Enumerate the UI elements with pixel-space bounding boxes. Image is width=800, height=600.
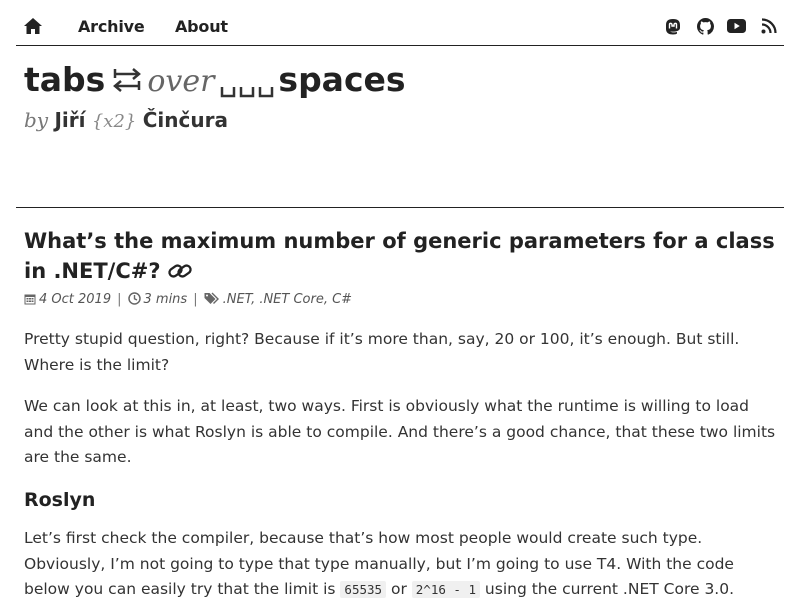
clock-icon	[127, 292, 141, 305]
tab-arrows-icon	[113, 67, 142, 97]
inline-code-65535: 65535	[340, 581, 387, 598]
youtube-icon[interactable]	[727, 18, 746, 36]
link-icon[interactable]	[167, 260, 193, 290]
tags-icon	[204, 292, 219, 304]
site-title[interactable]: tabs over spaces	[24, 60, 406, 104]
byline-last-name: Činčura	[142, 108, 228, 132]
calendar-icon	[24, 294, 36, 305]
nav-archive-link[interactable]: Archive	[78, 17, 145, 36]
site-title-over: over	[147, 64, 215, 99]
top-nav: Archive About	[16, 8, 784, 46]
paragraph-1: Pretty stupid question, right? Because i…	[24, 330, 740, 374]
paragraph-3-text-b: using the current .NET Core 3.0.	[480, 580, 735, 598]
post-title: What’s the maximum number of generic par…	[24, 226, 776, 290]
meta-separator: |	[193, 292, 198, 307]
paragraph-2: We can look at this in, at least, two wa…	[24, 397, 776, 466]
post-meta: 4 Oct 2019 | 3 mins | .NET, .NET Core, C#	[24, 292, 352, 307]
paragraph-3: Let’s first check the compiler, because …	[24, 526, 776, 600]
site-title-spaces: spaces	[278, 60, 406, 99]
post-date: 4 Oct 2019	[39, 292, 112, 307]
space-marks-icon	[220, 83, 274, 103]
site-title-tabs: tabs	[24, 60, 106, 99]
byline-by: by	[24, 108, 49, 132]
paragraph-3-or: or	[386, 580, 412, 598]
post-title-text: What’s the maximum number of generic par…	[24, 229, 775, 283]
home-icon[interactable]	[23, 17, 43, 37]
byline-first-name: Jiří	[54, 108, 86, 132]
site-byline: by Jiří {x2} Činčura	[24, 108, 228, 132]
nav-about-link[interactable]: About	[175, 17, 228, 36]
meta-separator: |	[117, 292, 122, 307]
rss-icon[interactable]	[761, 18, 777, 36]
github-icon[interactable]	[697, 18, 714, 36]
inline-code-power: 2^16 - 1	[411, 581, 480, 598]
header-divider	[16, 207, 784, 208]
post-tags[interactable]: .NET, .NET Core, C#	[223, 292, 353, 307]
mastodon-icon[interactable]	[665, 18, 681, 36]
byline-x2: {x2}	[91, 111, 137, 132]
post-read-time: 3 mins	[143, 292, 188, 307]
section-heading-roslyn: Roslyn	[24, 489, 96, 511]
